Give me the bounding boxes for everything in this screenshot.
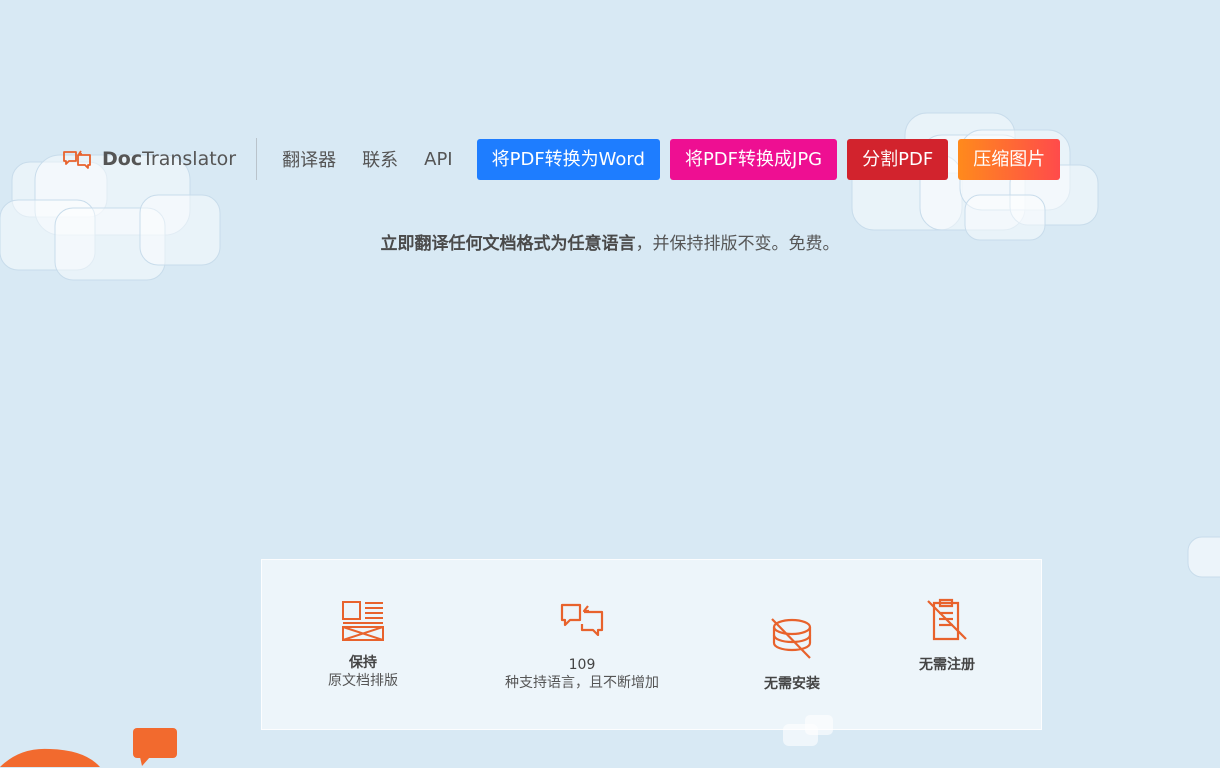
tagline-rest: ，并保持排版不变。免费。 xyxy=(635,234,840,254)
tagline: 立即翻译任何文档格式为任意语言，并保持排版不变。免费。 xyxy=(0,229,1220,254)
logo-text-rest: Translator xyxy=(142,148,237,170)
feature-no-install: 无需安装 xyxy=(732,616,852,693)
nav-translator[interactable]: 翻译器 xyxy=(282,146,336,172)
features-panel: 保持 原文档排版 109 种支持语言，且不断增加 无需安装 无需注册 xyxy=(261,559,1042,730)
feature-languages: 109 种支持语言，且不断增加 xyxy=(487,602,677,692)
translate-bubbles-icon xyxy=(560,603,604,636)
cloud-decoration-edge xyxy=(1187,536,1220,578)
nav-contact[interactable]: 联系 xyxy=(362,146,398,172)
logo[interactable]: DocTranslator xyxy=(62,138,258,180)
feature-no-install-title: 无需安装 xyxy=(764,676,820,692)
pdf-to-word-button[interactable]: 将PDF转换为Word xyxy=(476,138,660,180)
logo-text-bold: Doc xyxy=(102,148,143,170)
chat-bubble-orange-large-icon xyxy=(0,748,100,767)
feature-layout-title: 保持 xyxy=(349,655,377,671)
tagline-bold: 立即翻译任何文档格式为任意语言 xyxy=(380,234,636,254)
no-registration-icon xyxy=(927,598,967,641)
compress-image-button[interactable]: 压缩图片 xyxy=(958,138,1061,180)
feature-languages-subtitle: 种支持语言，且不断增加 xyxy=(505,675,659,691)
top-navigation: DocTranslator 翻译器 联系 API 将PDF转换为Word 将PD… xyxy=(62,138,1061,180)
feature-layout: 保持 原文档排版 xyxy=(302,600,424,690)
split-pdf-button[interactable]: 分割PDF xyxy=(847,138,949,180)
chat-bubble-orange-icon xyxy=(133,728,177,766)
pdf-to-jpg-button[interactable]: 将PDF转换成JPG xyxy=(669,138,838,180)
feature-no-registration: 无需注册 xyxy=(887,598,1007,674)
feature-no-registration-title: 无需注册 xyxy=(919,657,975,673)
no-install-coins-icon xyxy=(771,618,812,659)
document-layout-icon xyxy=(342,601,384,641)
feature-languages-count: 109 xyxy=(568,657,596,673)
feature-layout-subtitle: 原文档排版 xyxy=(328,673,398,689)
nav-api[interactable]: API xyxy=(424,149,452,170)
translate-bubbles-logo-icon xyxy=(63,150,91,169)
